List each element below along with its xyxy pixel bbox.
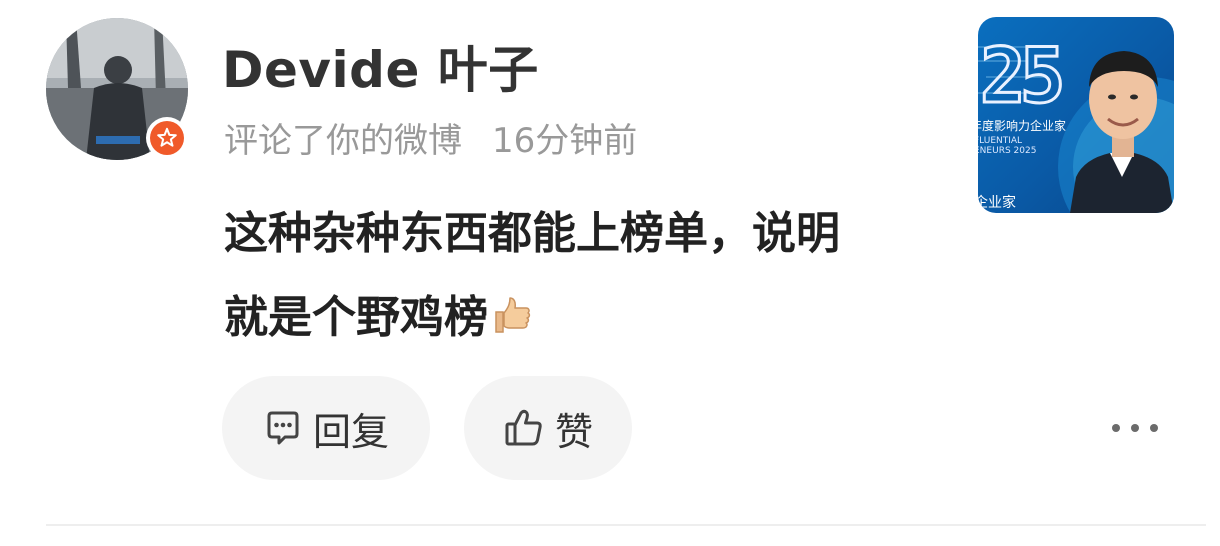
- verified-badge: [146, 117, 188, 159]
- thumbs-up-icon: [490, 280, 532, 333]
- thumbnail-english-caption: FLUENTIAL ENEURS 2025: [978, 136, 1036, 156]
- more-dot: [1131, 424, 1139, 432]
- reply-button[interactable]: 回复: [222, 376, 430, 480]
- divider: [46, 524, 1206, 526]
- comment-line-2-text: 就是个野鸡榜: [224, 292, 488, 343]
- more-dot: [1150, 424, 1158, 432]
- comment-meta: 评论了你的微博 16分钟前: [224, 113, 637, 162]
- more-options-button[interactable]: [1112, 414, 1158, 442]
- thumbnail-caption-bottom: 企业家: [978, 195, 1016, 211]
- timestamp: 16分钟前: [492, 121, 638, 161]
- comment-line-1: 这种杂种东西都能上榜单，说明: [224, 208, 840, 259]
- like-label: 赞: [554, 409, 593, 454]
- comment-icon: [263, 408, 303, 448]
- username[interactable]: Devide 叶子: [222, 30, 539, 102]
- like-button[interactable]: 赞: [464, 376, 632, 480]
- comment-notification: Devide 叶子 评论了你的微博 16分钟前 这种杂种东西都能上榜单，说明 就是…: [0, 0, 1220, 546]
- thumbnail-caption: 年度影响力企业家: [978, 119, 1067, 133]
- thumbnail-number: 25: [979, 30, 1067, 122]
- comment-text: 这种杂种东西都能上榜单，说明 就是个野鸡榜: [224, 192, 944, 360]
- more-dot: [1112, 424, 1120, 432]
- star-icon: [157, 127, 177, 147]
- post-thumbnail[interactable]: 25 年度影响力企业家 FLUENTIAL ENEURS 2025 企业家: [978, 17, 1174, 213]
- thumbs-up-outline-icon: [503, 407, 545, 449]
- reply-label: 回复: [312, 409, 389, 454]
- action-text: 评论了你的微博: [224, 121, 462, 161]
- thumbnail-english-line-1: FLUENTIAL: [978, 136, 1023, 146]
- thumbnail-english-line-2: ENEURS 2025: [978, 146, 1037, 156]
- comment-line-2: 就是个野鸡榜: [224, 276, 944, 360]
- person-portrait: [1070, 51, 1174, 213]
